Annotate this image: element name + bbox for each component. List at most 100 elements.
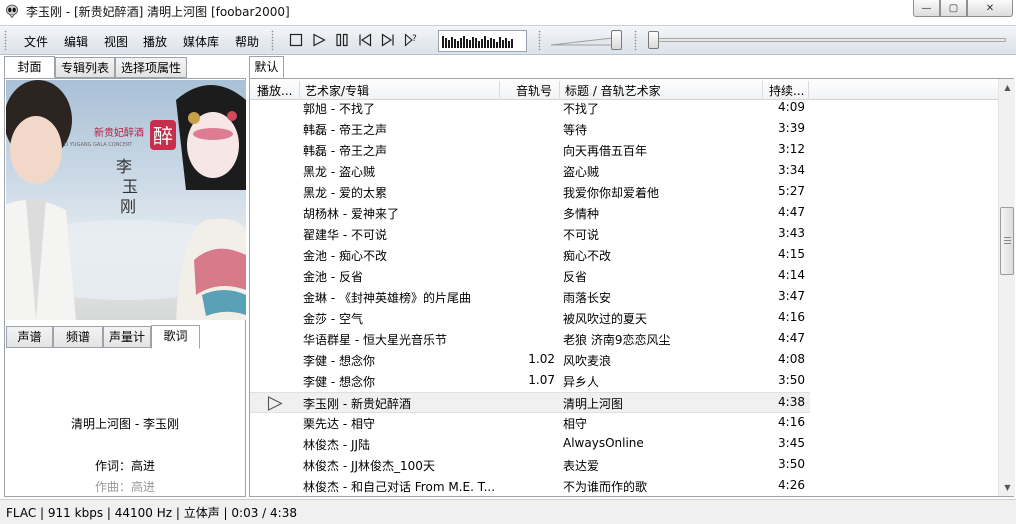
playlist-row[interactable]: 金莎 - 空气 被风吹过的夏天 4:16 <box>250 308 810 329</box>
status-bar: FLAC | 911 kbps | 44100 Hz | 立体声 | 0:03 … <box>0 499 1016 524</box>
menu-edit[interactable]: 编辑 <box>64 33 88 50</box>
cell-duration: 4:08 <box>778 352 805 366</box>
playlist-row[interactable]: 翟建华 - 不可说 不可说 3:43 <box>250 224 810 245</box>
cell-artist-album: 金莎 - 空气 <box>303 312 363 326</box>
cell-artist-album: 翟建华 - 不可说 <box>303 228 387 242</box>
playlist-row[interactable]: 胡杨林 - 爱神来了 多情种 4:47 <box>250 203 810 224</box>
cell-title: 向天再借五百年 <box>563 144 648 158</box>
tab-album-list[interactable]: 专辑列表 <box>55 57 115 78</box>
playlist-row-now-playing[interactable]: 李玉刚 - 新贵妃醉酒 清明上河图 4:38 <box>250 392 810 413</box>
playlist-row[interactable]: 黑龙 - 爱的太累 我爱你你却爱着他 5:27 <box>250 182 810 203</box>
close-button[interactable]: ✕ <box>967 0 1013 17</box>
visualization-bar <box>454 39 456 48</box>
cell-duration: 4:47 <box>778 205 805 219</box>
maximize-button[interactable]: ▢ <box>940 0 967 17</box>
visualization-bar <box>463 36 465 48</box>
cover-artist-2: 玉 <box>122 177 138 196</box>
cell-duration: 4:47 <box>778 331 805 345</box>
cell-duration: 4:26 <box>778 478 805 492</box>
visualization-bar <box>478 41 480 48</box>
playlist-row[interactable]: 林俊杰 - JJ陆 AlwaysOnline 3:45 <box>250 434 810 455</box>
visualization-bar <box>508 41 510 48</box>
lyrics-title-line: 清明上河图 - 李玉刚 <box>71 417 179 431</box>
tab-selection-properties[interactable]: 选择项属性 <box>115 57 187 78</box>
playlist-row[interactable]: 李健 - 想念你 1.02 风吹麦浪 4:08 <box>250 350 810 371</box>
column-header-title[interactable]: 标题 / 音轨艺术家 <box>565 82 661 99</box>
menu-file[interactable]: 文件 <box>24 33 48 50</box>
playlist-row[interactable]: 李健 - 想念你 1.07 异乡人 3:50 <box>250 371 810 392</box>
cover-english-line: LI YUGANG GALA CONCERT <box>64 142 133 148</box>
tab-vu-meter[interactable]: 声量计 <box>103 326 151 348</box>
minimize-button[interactable]: — <box>913 0 940 17</box>
playlist-row[interactable]: 韩磊 - 帝王之声 向天再借五百年 3:12 <box>250 140 810 161</box>
column-header-artist-album[interactable]: 艺术家/专辑 <box>305 82 369 99</box>
lyrics-panel[interactable]: 清明上河图 - 李玉刚 作词：高进 作曲：高进 <box>5 348 245 496</box>
previous-icon[interactable] <box>358 33 372 47</box>
tab-playlist-default[interactable]: 默认 <box>249 56 284 78</box>
tab-spectrogram[interactable]: 声谱 <box>6 326 53 348</box>
column-header-playing[interactable]: 播放... <box>257 82 292 99</box>
column-header-duration[interactable]: 持续... <box>769 82 804 99</box>
column-divider[interactable] <box>499 81 500 98</box>
scrollbar-thumb[interactable] <box>1000 207 1014 275</box>
column-divider[interactable] <box>559 81 560 98</box>
visualization-bar <box>496 42 498 48</box>
playlist-row[interactable]: 金琳 - 《封神英雄榜》的片尾曲 雨落长安 3:47 <box>250 287 810 308</box>
cell-duration: 4:16 <box>778 415 805 429</box>
playlist-row[interactable]: 黑龙 - 盗心贼 盗心贼 3:34 <box>250 161 810 182</box>
toolbar-grip[interactable] <box>538 30 541 51</box>
seek-bar-track[interactable] <box>648 38 1006 42</box>
playlist-row[interactable]: 栗先达 - 相守 相守 4:16 <box>250 413 810 434</box>
visualization-bar <box>481 39 483 48</box>
random-icon[interactable]: ? <box>404 33 418 47</box>
menu-playback[interactable]: 播放 <box>143 33 167 50</box>
tab-spectrum[interactable]: 频谱 <box>53 326 103 348</box>
playlist-row[interactable]: 华语群星 - 恒大星光音乐节 老狼 济南9恋恋风尘 4:47 <box>250 329 810 350</box>
cell-track-no: 1.02 <box>528 352 555 366</box>
playlist-row[interactable]: 林俊杰 - JJ林俊杰_100天 表达爱 3:50 <box>250 455 810 476</box>
column-divider[interactable] <box>762 81 763 98</box>
playlist-rows: 郭旭 - 不找了 不找了 4:09 韩磊 - 帝王之声 等待 3:39 韩磊 - 帝王之声向… <box>250 100 998 496</box>
playlist-row[interactable]: 金池 - 反省 反省 4:14 <box>250 266 810 287</box>
column-divider[interactable] <box>808 81 809 98</box>
scroll-up-icon[interactable]: ▲ <box>999 79 1016 96</box>
toolbar-grip[interactable] <box>4 30 7 51</box>
playlist-header: 播放... 艺术家/专辑 音轨号 标题 / 音轨艺术家 持续... <box>250 79 998 100</box>
play-icon[interactable] <box>312 33 326 47</box>
stop-icon[interactable] <box>289 33 303 47</box>
playlist-scrollbar[interactable]: ▲ ▼ <box>998 79 1015 496</box>
cell-title: 表达爱 <box>563 459 600 473</box>
seek-bar-thumb[interactable] <box>648 31 659 49</box>
cell-title: 异乡人 <box>563 375 600 389</box>
cell-artist-album: 黑龙 - 盗心贼 <box>303 165 375 179</box>
scroll-down-icon[interactable]: ▼ <box>999 479 1016 496</box>
pause-icon[interactable] <box>335 33 349 47</box>
menu-view[interactable]: 视图 <box>104 33 128 50</box>
cell-duration: 3:47 <box>778 289 805 303</box>
playlist-row[interactable]: 韩磊 - 帝王之声 等待 3:39 <box>250 119 810 140</box>
tab-lyrics[interactable]: 歌词 <box>151 325 200 349</box>
cover-artist-1: 李 <box>116 157 132 176</box>
menu-help[interactable]: 帮助 <box>235 33 259 50</box>
playlist-row[interactable]: 郭旭 - 不找了 不找了 4:09 <box>250 100 810 119</box>
menu-library[interactable]: 媒体库 <box>183 33 219 50</box>
column-header-track-no[interactable]: 音轨号 <box>516 82 552 99</box>
cell-title: 不可说 <box>563 228 600 242</box>
toolbar-grip[interactable] <box>634 30 637 51</box>
playlist-row[interactable]: 金池 - 痴心不改 痴心不改 4:15 <box>250 245 810 266</box>
lyrics-line: 作曲：高进 <box>94 480 155 494</box>
column-divider[interactable] <box>299 81 300 98</box>
cell-title: 风吹麦浪 <box>563 354 612 368</box>
volume-slider-thumb[interactable] <box>611 30 622 50</box>
status-text: FLAC | 911 kbps | 44100 Hz | 立体声 | 0:03 … <box>6 506 297 520</box>
cover-album-title: 新贵妃醉酒 <box>94 126 144 139</box>
tab-cover[interactable]: 封面 <box>4 56 55 78</box>
playlist-row[interactable]: 林俊杰 - 和自己对话 From M.E. T... 不为谁而作的歌 4:26 <box>250 476 810 496</box>
cell-artist-album: 金池 - 反省 <box>303 270 363 284</box>
cell-title: 多情种 <box>563 207 600 221</box>
cell-track-no: 1.07 <box>528 373 555 387</box>
toolbar-grip[interactable] <box>271 30 274 51</box>
next-icon[interactable] <box>381 33 395 47</box>
foobar-alien-icon <box>6 4 18 18</box>
cell-duration: 4:09 <box>778 100 805 114</box>
